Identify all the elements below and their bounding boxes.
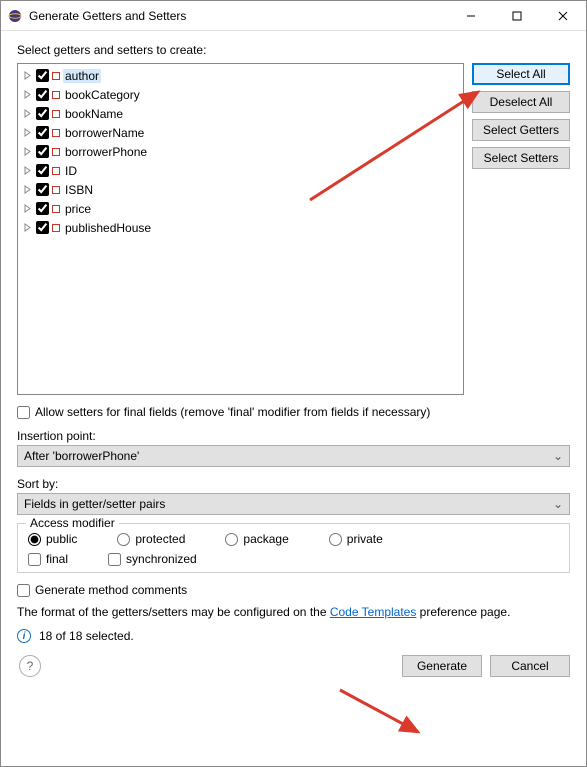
tree-row[interactable]: bookCategory [18,85,463,104]
fields-tree[interactable]: author bookCategory bookName borrowerName bo… [17,63,464,395]
access-legend: Access modifier [26,516,119,530]
field-label: publishedHouse [63,221,153,235]
chevron-down-icon: ⌄ [553,449,563,463]
tree-row[interactable]: borrowerPhone [18,142,463,161]
minimize-button[interactable] [448,1,494,31]
info-icon: i [17,629,31,643]
field-label: price [63,202,93,216]
field-label: ISBN [63,183,95,197]
field-icon [52,167,60,175]
field-checkbox[interactable] [36,221,49,234]
select-getters-button[interactable]: Select Getters [472,119,570,141]
field-checkbox[interactable] [36,88,49,101]
expand-icon[interactable] [22,184,33,195]
generate-comments-checkbox[interactable]: Generate method comments [17,583,570,597]
field-icon [52,72,60,80]
checkbox-synchronized[interactable]: synchronized [108,552,197,566]
field-label: bookName [63,107,125,121]
expand-icon[interactable] [22,146,33,157]
expand-icon[interactable] [22,165,33,176]
format-info: The format of the getters/setters may be… [17,605,570,619]
chevron-down-icon: ⌄ [553,497,563,511]
tree-row[interactable]: author [18,66,463,85]
field-label: bookCategory [63,88,142,102]
field-checkbox[interactable] [36,145,49,158]
radio-private[interactable]: private [329,532,383,546]
access-modifier-group: Access modifier public protected package… [17,523,570,573]
expand-icon[interactable] [22,89,33,100]
radio-protected[interactable]: protected [117,532,185,546]
field-icon [52,110,60,118]
field-label: borrowerPhone [63,145,149,159]
select-setters-button[interactable]: Select Setters [472,147,570,169]
radio-package[interactable]: package [225,532,288,546]
field-checkbox[interactable] [36,107,49,120]
titlebar: Generate Getters and Setters [1,1,586,31]
maximize-button[interactable] [494,1,540,31]
field-checkbox[interactable] [36,69,49,82]
radio-public[interactable]: public [28,532,77,546]
expand-icon[interactable] [22,222,33,233]
status-line: i 18 of 18 selected. [17,629,570,643]
field-checkbox[interactable] [36,164,49,177]
field-icon [52,224,60,232]
window-title: Generate Getters and Setters [29,9,448,23]
field-icon [52,129,60,137]
eclipse-icon [7,8,23,24]
tree-row[interactable]: price [18,199,463,218]
sort-by-combo[interactable]: Fields in getter/setter pairs⌄ [17,493,570,515]
expand-icon[interactable] [22,70,33,81]
insertion-point-combo[interactable]: After 'borrowerPhone'⌄ [17,445,570,467]
field-icon [52,91,60,99]
deselect-all-button[interactable]: Deselect All [472,91,570,113]
field-icon [52,186,60,194]
field-icon [52,205,60,213]
checkbox-final[interactable]: final [28,552,68,566]
tree-row[interactable]: borrowerName [18,123,463,142]
tree-row[interactable]: ID [18,161,463,180]
expand-icon[interactable] [22,127,33,138]
field-checkbox[interactable] [36,202,49,215]
field-label: author [63,69,101,83]
close-button[interactable] [540,1,586,31]
code-templates-link[interactable]: Code Templates [330,605,417,619]
help-button[interactable]: ? [19,655,41,677]
field-label: ID [63,164,79,178]
sort-by-label: Sort by: [17,477,570,491]
instruction-label: Select getters and setters to create: [17,43,570,57]
cancel-button[interactable]: Cancel [490,655,570,677]
expand-icon[interactable] [22,108,33,119]
generate-button[interactable]: Generate [402,655,482,677]
field-icon [52,148,60,156]
select-all-button[interactable]: Select All [472,63,570,85]
field-label: borrowerName [63,126,146,140]
insertion-point-label: Insertion point: [17,429,570,443]
tree-row[interactable]: publishedHouse [18,218,463,237]
field-checkbox[interactable] [36,126,49,139]
field-checkbox[interactable] [36,183,49,196]
tree-row[interactable]: bookName [18,104,463,123]
allow-final-checkbox[interactable]: Allow setters for final fields (remove '… [17,405,570,419]
expand-icon[interactable] [22,203,33,214]
tree-row[interactable]: ISBN [18,180,463,199]
